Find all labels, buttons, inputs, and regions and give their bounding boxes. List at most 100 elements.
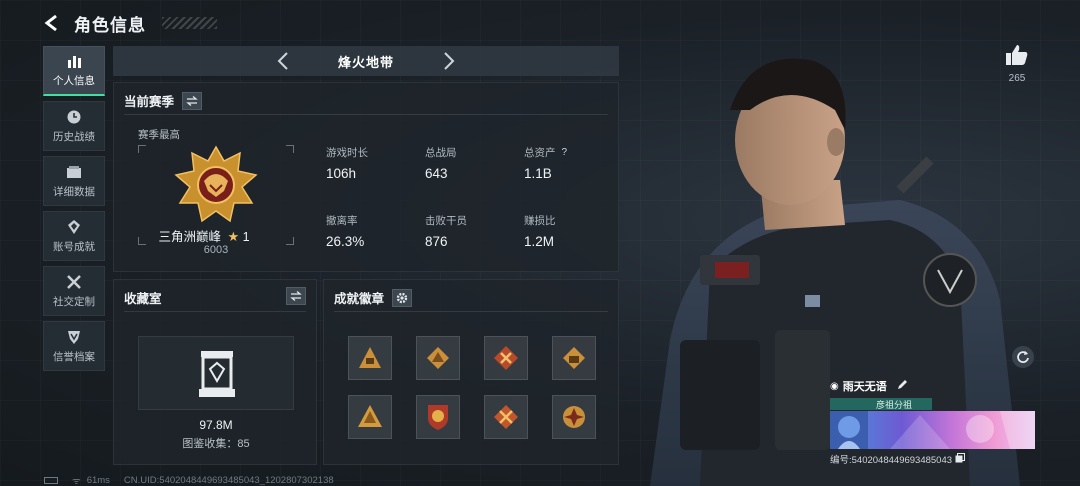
- collection-frame[interactable]: [138, 336, 294, 410]
- title-decoration: [162, 17, 217, 29]
- sidebar-item-history[interactable]: 历史战绩: [43, 101, 105, 151]
- thumbs-up-icon: [1006, 45, 1028, 65]
- sidebar-item-label: 个人信息: [53, 75, 95, 87]
- badges-panel-header: 成就徽章: [334, 288, 413, 307]
- stat-value: 1.1B: [524, 166, 552, 181]
- badge-diamond-icon: [427, 347, 449, 369]
- back-button[interactable]: [40, 11, 64, 35]
- collection-value: 97.8M: [199, 418, 233, 432]
- rank-stars: 1: [242, 230, 250, 244]
- sidebar-item-label: 详细数据: [53, 185, 95, 198]
- badge-slot[interactable]: [484, 395, 528, 439]
- badge-slot[interactable]: [416, 336, 460, 380]
- sidebar-item-label: 社交定制: [53, 295, 95, 308]
- rank-emblem-icon: [174, 145, 258, 223]
- sidebar-item-detail-data[interactable]: 详细数据: [43, 156, 105, 206]
- help-icon[interactable]: ?: [562, 147, 568, 158]
- mode-name: 烽火地带: [337, 54, 394, 70]
- sidebar-item-label: 账号成就: [53, 240, 95, 253]
- swap-icon: [186, 95, 198, 106]
- season-switch-button[interactable]: [182, 91, 203, 110]
- player-id: 编号:5402048449693485043: [830, 455, 953, 466]
- divider: [124, 114, 608, 115]
- stat-total-assets: 总资产 ? 1.1B: [524, 145, 567, 181]
- badge-tools-icon: [494, 346, 518, 370]
- refresh-button[interactable]: [1012, 346, 1034, 368]
- sidebar-item-credit[interactable]: 信誉档案: [43, 321, 105, 371]
- badge-medal-icon: [563, 406, 585, 428]
- like-button[interactable]: 265: [1003, 44, 1031, 84]
- stat-label: 击败干员: [425, 215, 467, 227]
- rank-name-row: 三角洲巅峰 ★ 1: [114, 226, 294, 245]
- stat-value: 1.2M: [524, 234, 555, 249]
- badges-panel-title: 成就徽章: [334, 292, 385, 306]
- frame-corner: [138, 145, 146, 153]
- badge-pyramid-icon: [358, 405, 382, 427]
- bar-chart-icon: [65, 53, 83, 69]
- divider: [334, 311, 608, 312]
- wrench-icon: [65, 274, 83, 290]
- player-id-row: 编号:5402048449693485043: [830, 452, 1035, 466]
- sidebar-item-achievements[interactable]: 账号成就: [43, 211, 105, 261]
- sidebar-item-label: 信誉档案: [53, 350, 95, 363]
- folder-icon: [65, 164, 83, 180]
- collection-panel: 收藏室 97.8M 图鉴收集：85: [113, 279, 317, 465]
- banner-artwork: [830, 411, 1035, 449]
- like-count: 265: [1008, 73, 1026, 84]
- badge-case-icon: [563, 347, 585, 369]
- mode-selector: 烽火地带: [113, 46, 619, 76]
- stat-label-row: 总资产 ?: [524, 145, 567, 160]
- star-icon: ★: [227, 229, 240, 244]
- player-name: 雨天无语: [842, 381, 887, 393]
- mode-next-button[interactable]: [439, 51, 459, 71]
- wifi-icon: ᯤ: [72, 476, 81, 486]
- stat-label: 撤离率: [326, 215, 358, 227]
- rank-score: 6003: [203, 244, 229, 256]
- trophy-icon: [65, 219, 83, 235]
- back-arrow-icon: [44, 14, 57, 32]
- badge-slot[interactable]: [348, 336, 392, 380]
- location-pin-icon: ◉: [830, 380, 839, 392]
- clock-icon: [65, 109, 83, 125]
- stat-profit-ratio: 赚损比 1.2M: [524, 213, 556, 249]
- stat-label: 总战局: [425, 147, 457, 159]
- mode-prev-button[interactable]: [273, 51, 293, 71]
- badge-slot[interactable]: [348, 395, 392, 439]
- season-panel-title: 当前赛季: [124, 95, 175, 109]
- collection-switch-button[interactable]: [286, 287, 306, 305]
- copy-id-button[interactable]: [955, 452, 966, 466]
- badge-slot[interactable]: [416, 395, 460, 439]
- chevron-right-icon: [444, 52, 455, 70]
- team-bar: 彦祖分祖: [830, 398, 932, 410]
- sidebar-item-label: 历史战绩: [53, 130, 95, 143]
- stat-playtime: 游戏时长 106h: [326, 145, 368, 181]
- player-name-row: ◉ 雨天无语: [830, 378, 1035, 394]
- stat-value: 106h: [326, 166, 357, 181]
- badge-slot[interactable]: [552, 395, 596, 439]
- sidebar-item-personal-info[interactable]: 个人信息: [43, 46, 105, 96]
- chevron-left-icon: [277, 52, 288, 70]
- footer-uid: CN.UID:5402048449693485043_1202807302138: [123, 475, 334, 486]
- stat-kills: 击败干员 876: [425, 213, 467, 249]
- badges-panel: 成就徽章: [323, 279, 619, 465]
- stat-label: 游戏时长: [326, 147, 368, 159]
- status-footer: ᯤ 61ms CN.UID:5402048449693485043_120280…: [44, 474, 334, 486]
- collection-count: 图鉴收集：85: [182, 438, 250, 450]
- ping: 61ms: [86, 475, 110, 486]
- stat-label: 赚损比: [524, 215, 556, 227]
- header: 角色信息: [40, 8, 217, 38]
- divider: [124, 311, 306, 312]
- badge-crossed-icon: [494, 405, 518, 429]
- season-panel: 当前赛季 赛季最高 三角洲巅峰 ★ 1 6003 游戏时长 106h 总战局 6…: [113, 82, 619, 272]
- season-best-label: 赛季最高: [138, 129, 180, 141]
- edit-name-button[interactable]: [897, 379, 908, 393]
- badge-slot[interactable]: [484, 336, 528, 380]
- pencil-icon: [897, 380, 907, 389]
- rank-name: 三角洲巅峰: [158, 230, 221, 244]
- badges-settings-button[interactable]: [392, 288, 413, 307]
- sidebar-item-social[interactable]: 社交定制: [43, 266, 105, 316]
- badge-slot[interactable]: [552, 336, 596, 380]
- player-banner[interactable]: [830, 411, 1035, 449]
- refresh-icon: [1017, 351, 1029, 363]
- swap-icon: [290, 291, 302, 301]
